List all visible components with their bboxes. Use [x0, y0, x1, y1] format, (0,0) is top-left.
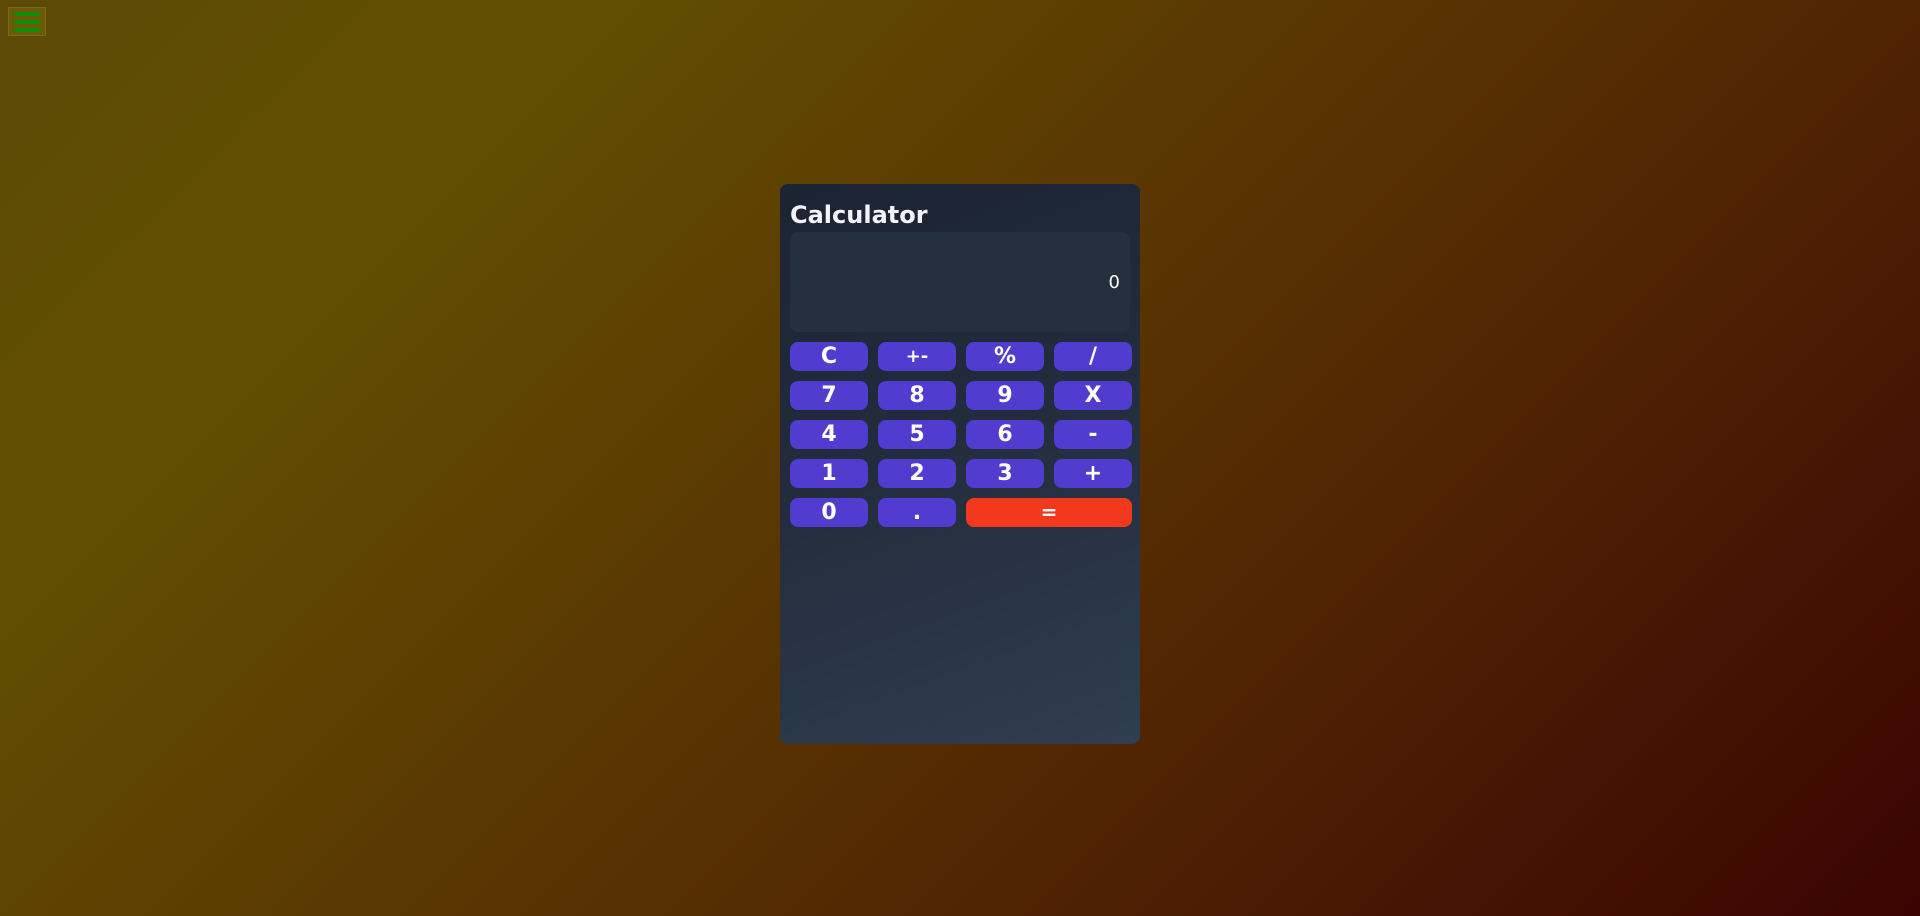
digit-4-button[interactable]: 4: [790, 420, 868, 449]
menu-button[interactable]: [8, 7, 46, 36]
digit-0-button[interactable]: 0: [790, 498, 868, 527]
divide-button[interactable]: /: [1054, 342, 1132, 371]
digit-9-button[interactable]: 9: [966, 381, 1044, 410]
equals-button[interactable]: =: [966, 498, 1132, 527]
clear-button[interactable]: C: [790, 342, 868, 371]
digit-7-button[interactable]: 7: [790, 381, 868, 410]
percent-button[interactable]: %: [966, 342, 1044, 371]
subtract-button[interactable]: -: [1054, 420, 1132, 449]
digit-1-button[interactable]: 1: [790, 459, 868, 488]
digit-8-button[interactable]: 8: [878, 381, 956, 410]
digit-6-button[interactable]: 6: [966, 420, 1044, 449]
multiply-button[interactable]: X: [1054, 381, 1132, 410]
calculator-display: 0: [790, 232, 1130, 332]
add-button[interactable]: +: [1054, 459, 1132, 488]
digit-2-button[interactable]: 2: [878, 459, 956, 488]
keypad: C +- % / 7 8 9 X 4 5 6 - 1 2 3 + 0 . =: [790, 342, 1132, 527]
calculator-panel: Calculator 0 C +- % / 7 8 9 X 4 5 6 - 1 …: [780, 184, 1140, 744]
digit-3-button[interactable]: 3: [966, 459, 1044, 488]
digit-5-button[interactable]: 5: [878, 420, 956, 449]
display-value: 0: [1108, 271, 1120, 293]
decimal-button[interactable]: .: [878, 498, 956, 527]
toggle-sign-button[interactable]: +-: [878, 342, 956, 371]
calculator-title: Calculator: [790, 201, 928, 229]
hamburger-menu-icon: [14, 11, 40, 16]
